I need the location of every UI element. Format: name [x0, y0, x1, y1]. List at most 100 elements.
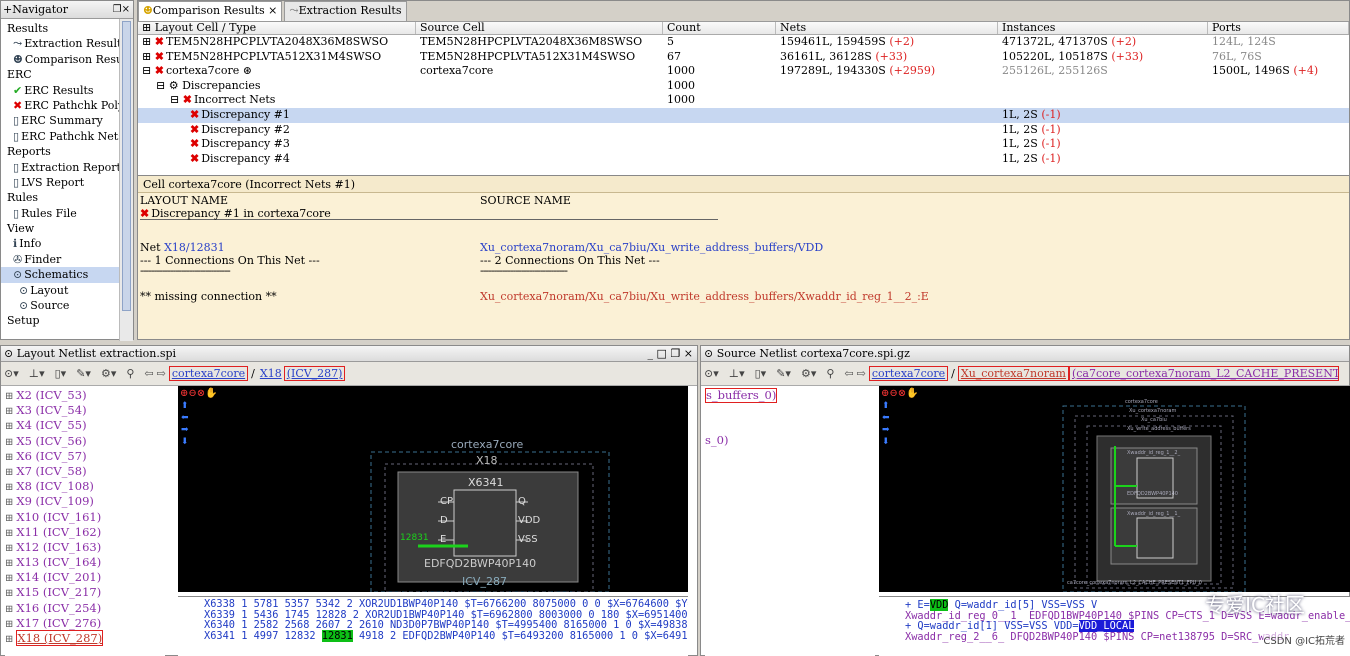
layout-list-item[interactable]: ⊞ X7 (ICV_58) — [5, 464, 165, 479]
layout-list-item[interactable]: ⊞ X14 (ICV_201) — [5, 570, 165, 585]
settings-icon[interactable]: ⚙▾ — [101, 367, 116, 380]
nav-item-schematics[interactable]: ⊙ Schematics — [1, 267, 133, 283]
back-icon[interactable]: ⇦ — [144, 367, 153, 380]
nav-item-rules[interactable]: Rules — [1, 190, 133, 205]
nav-item-erc-results[interactable]: ✔ ERC Results — [1, 83, 133, 98]
nav-item-layout[interactable]: ⊙ Layout — [1, 283, 133, 298]
layout-list-item[interactable]: ⊞ X16 (ICV_254) — [5, 601, 165, 616]
nav-item-erc-summary[interactable]: ▯ ERC Summary — [1, 113, 133, 128]
layout-list-item[interactable]: ⊞ X13 (ICV_164) — [5, 555, 165, 570]
tree-toggle-icon[interactable]: ⊞ — [142, 35, 155, 48]
layout-list-item[interactable]: ⊞ X9 (ICV_109) — [5, 494, 165, 509]
nav-item-erc[interactable]: ERC — [1, 67, 133, 82]
breadcrumb-x18[interactable]: X18 — [258, 367, 284, 380]
tree-toggle-icon[interactable]: ⊟ — [142, 64, 155, 77]
layout-list-item[interactable]: ⊞ X12 (ICV_163) — [5, 540, 165, 555]
view-icon[interactable]: ⊙▾ — [4, 367, 19, 380]
expand-icon[interactable]: ⊞ — [5, 452, 13, 463]
results-row[interactable]: ✖ Discrepancy #4 1L, 2S (-1) — [138, 152, 1349, 167]
results-row[interactable]: ⊞ ✖ TEM5N28HPCPLVTA2048X36M8SWSO TEM5N28HP… — [138, 35, 1349, 50]
navigator-scroll-thumb[interactable] — [122, 21, 131, 311]
navigator-scrollbar[interactable] — [119, 19, 133, 341]
brush-icon[interactable]: ✎▾ — [776, 367, 791, 380]
layout-schematic-canvas[interactable]: ⊕⊖⊗✋ ⬆ ⬅ ➡ ⬇ cortexa7core X18 X6341 CP D E Q VDD VS… — [178, 386, 688, 592]
expand-icon[interactable]: ⊞ — [5, 558, 13, 569]
forward-icon[interactable]: ⇨ — [857, 367, 866, 380]
tree-toggle-icon[interactable]: ⊞ — [142, 50, 155, 63]
nav-item-erc-pathchk-nets[interactable]: ▯ ERC Pathchk Nets — [1, 129, 133, 144]
nav-item-rules-file[interactable]: ▯ Rules File — [1, 206, 133, 221]
nav-item-source[interactable]: ⊙ Source — [1, 298, 133, 313]
nav-item-info[interactable]: ℹ Info — [1, 236, 133, 251]
expand-icon[interactable]: ⊞ — [5, 528, 13, 539]
forward-icon[interactable]: ⇨ — [157, 367, 166, 380]
source-breadcrumb-noram[interactable]: Xu_cortexa7noram — [957, 366, 1069, 381]
results-row[interactable]: ⊟ ✖ Incorrect Nets 1000 — [138, 93, 1349, 108]
hierarchy-icon[interactable]: ⊥▾ — [729, 367, 745, 380]
layout-list-item[interactable]: ⊞ X2 (ICV_53) — [5, 388, 165, 403]
layout-pane-controls[interactable]: _ □ ❐ × — [648, 346, 693, 361]
nav-item-setup[interactable]: Setup — [1, 313, 133, 328]
col-ports[interactable]: Ports — [1208, 22, 1349, 34]
nav-item-results[interactable]: Results — [1, 21, 133, 36]
results-row[interactable]: ✖ Discrepancy #3 1L, 2S (-1) — [138, 137, 1349, 152]
expand-icon[interactable]: ⊞ — [5, 513, 13, 524]
source-breadcrumb-cortexa7core[interactable]: cortexa7core — [868, 366, 949, 381]
expand-icon[interactable]: ⊞ — [5, 543, 13, 554]
settings-icon[interactable]: ⚙▾ — [801, 367, 816, 380]
layout-list-item[interactable]: ⊞ X3 (ICV_54) — [5, 403, 165, 418]
nav-item-lvs-report[interactable]: ▯ LVS Report — [1, 175, 133, 190]
nav-item-reports[interactable]: Reports — [1, 144, 133, 159]
page-icon[interactable]: ▯▾ — [755, 367, 767, 380]
expand-icon[interactable]: ⊞ — [5, 437, 13, 448]
source-breadcrumb-instance[interactable]: (ca7core_cortexa7noram_L2_CACHE_PRESENT1… — [1068, 366, 1339, 381]
layout-list-item[interactable]: ⊞ X10 (ICV_161) — [5, 510, 165, 525]
nav-item-extraction-results[interactable]: ⤳ Extraction Results — [1, 36, 133, 51]
expand-icon[interactable]: ⊞ — [5, 391, 13, 402]
nav-item-finder[interactable]: ✇ Finder — [1, 252, 133, 267]
expand-icon[interactable]: ⊞ — [5, 588, 13, 599]
results-row[interactable]: ⊞ ✖ TEM5N28HPCPLVTA512X31M4SWSO TEM5N28HPC… — [138, 50, 1349, 65]
binoculars-icon[interactable]: ⚲ — [826, 367, 834, 380]
expand-icon[interactable]: ⊞ — [5, 467, 13, 478]
expand-icon[interactable]: ⊞ — [5, 497, 13, 508]
missing-source-pin[interactable]: Xu_cortexa7noram/Xu_ca7biu/Xu_write_addr… — [480, 290, 929, 303]
layout-list-item[interactable]: ⊞ X18 (ICV_287) — [5, 630, 165, 646]
tab-comparison-results[interactable]: ☻Comparison Results × — [138, 1, 283, 21]
expand-icon[interactable]: ⊞ — [5, 482, 13, 493]
nav-item-comparison-results[interactable]: ☻ Comparison Results — [1, 52, 133, 67]
col-layout-cell[interactable]: ⊞ Layout Cell / Type — [138, 22, 416, 34]
layout-list-item[interactable]: ⊞ X11 (ICV_162) — [5, 525, 165, 540]
page-icon[interactable]: ▯▾ — [55, 367, 67, 380]
view-icon[interactable]: ⊙▾ — [704, 367, 719, 380]
nav-item-extraction-report[interactable]: ▯ Extraction Report — [1, 160, 133, 175]
layout-list-item[interactable]: ⊞ X8 (ICV_108) — [5, 479, 165, 494]
expand-icon[interactable]: ⊞ — [5, 406, 13, 417]
net-link[interactable]: X18/12831 — [164, 241, 225, 254]
col-source-cell[interactable]: Source Cell — [416, 22, 663, 34]
brush-icon[interactable]: ✎▾ — [76, 367, 91, 380]
source-schematic-canvas[interactable]: ⊕⊖⊗✋ ⬆ ⬅ ➡ ⬇ cortexa7core Xu_cortexa7noram Xu… — [879, 386, 1350, 592]
discrepancy-line[interactable]: ✖ Discrepancy #1 in cortexa7core — [140, 207, 718, 220]
layout-list-item[interactable]: ⊞ X6 (ICV_57) — [5, 449, 165, 464]
col-instances[interactable]: Instances — [998, 22, 1208, 34]
tree-toggle-icon[interactable]: ⊟ — [156, 79, 169, 92]
layout-list-item[interactable]: ⊞ X5 (ICV_56) — [5, 434, 165, 449]
navigator-pin-icon[interactable]: + — [3, 3, 12, 16]
source-list-item[interactable]: s_0) — [705, 433, 875, 448]
results-row[interactable]: ⊟ ✖ cortexa7core ⊛ cortexa7core 1000 197289L… — [138, 64, 1349, 79]
tree-toggle-icon[interactable]: ⊟ — [170, 93, 183, 106]
breadcrumb-cortexa7core[interactable]: cortexa7core — [168, 366, 249, 381]
expand-icon[interactable]: ⊞ — [5, 619, 13, 630]
navigator-controls[interactable]: ❐× — [113, 4, 130, 15]
source-list-selected[interactable]: s_buffers_0) — [705, 388, 778, 403]
results-row[interactable]: ⊟ ⚙ Discrepancies 1000 — [138, 79, 1349, 94]
results-row[interactable]: ✖ Discrepancy #2 1L, 2S (-1) — [138, 123, 1349, 138]
col-count[interactable]: Count — [663, 22, 776, 34]
breadcrumb-icv287[interactable]: (ICV_287) — [283, 366, 346, 381]
nav-item-erc-pathchk-poly[interactable]: ✖ ERC Pathchk Poly — [1, 98, 133, 113]
source-net-link[interactable]: Xu_cortexa7noram/Xu_ca7biu/Xu_write_addr… — [480, 241, 823, 254]
tab-extraction-results[interactable]: ⤳Extraction Results — [284, 1, 407, 21]
expand-icon[interactable]: ⊞ — [5, 634, 13, 645]
col-nets[interactable]: Nets — [776, 22, 998, 34]
